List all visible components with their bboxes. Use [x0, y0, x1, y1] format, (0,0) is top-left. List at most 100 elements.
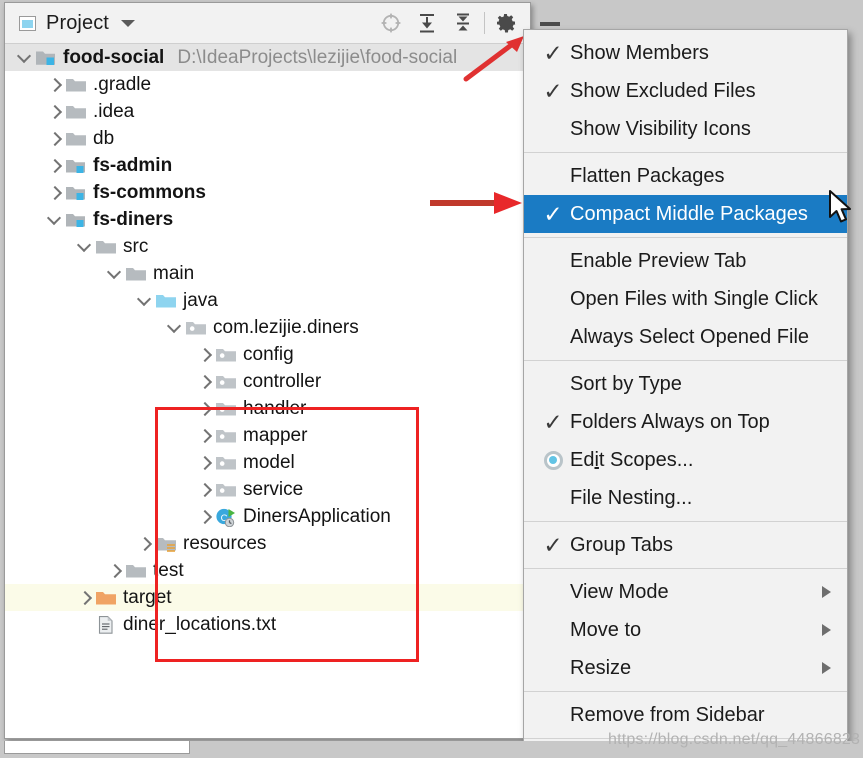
chevron-right-icon[interactable]: [195, 341, 215, 368]
tree-row[interactable]: .idea: [5, 98, 530, 125]
minimize-icon: [540, 22, 560, 26]
menu-item-label: Group Tabs: [570, 534, 847, 557]
menu-item[interactable]: Show Visibility Icons: [524, 110, 847, 148]
source-root-icon: [155, 291, 181, 311]
module-icon: [65, 210, 91, 230]
select-opened-file-icon[interactable]: [373, 7, 409, 39]
menu-item-label: Show Excluded Files: [570, 80, 847, 103]
chevron-down-icon[interactable]: [45, 206, 65, 233]
chevron-right-icon[interactable]: [45, 71, 65, 98]
check-icon: ✓: [536, 534, 570, 557]
chevron-down-icon[interactable]: [135, 287, 155, 314]
project-tree[interactable]: food-social D:\IdeaProjects\lezijie\food…: [5, 44, 530, 739]
folder-grey-icon: [65, 75, 91, 95]
expand-all-icon[interactable]: [409, 7, 445, 39]
folder-grey-icon: [95, 237, 121, 257]
tree-row-label: test: [153, 560, 184, 582]
tree-row[interactable]: java: [5, 287, 530, 314]
menu-item[interactable]: Edit Scopes...: [524, 441, 847, 479]
tree-root-path: D:\IdeaProjects\lezijie\food-social: [177, 47, 457, 69]
chevron-right-icon[interactable]: [45, 98, 65, 125]
tree-row[interactable]: CDinersApplication: [5, 503, 530, 530]
chevron-right-icon[interactable]: [135, 530, 155, 557]
menu-item-label: Remove from Sidebar: [570, 704, 847, 727]
tree-row[interactable]: controller: [5, 368, 530, 395]
package-icon: [185, 318, 211, 338]
chevron-down-icon[interactable]: [15, 44, 35, 71]
tree-row[interactable]: fs-admin: [5, 152, 530, 179]
tree-rows-container: .gradle.ideadbfs-adminfs-commonsfs-diner…: [5, 71, 530, 638]
check-icon: ✓: [536, 203, 570, 226]
package-icon: [215, 345, 241, 365]
chevron-right-icon[interactable]: [45, 152, 65, 179]
tree-row-label: handler: [243, 398, 306, 420]
chevron-right-icon[interactable]: [75, 584, 95, 611]
tool-window-options-menu[interactable]: ✓Show Members✓Show Excluded FilesShow Vi…: [523, 29, 848, 758]
chevron-right-icon[interactable]: [195, 449, 215, 476]
menu-item[interactable]: ✓Compact Middle Packages: [524, 195, 847, 233]
tree-row-root[interactable]: food-social D:\IdeaProjects\lezijie\food…: [5, 44, 530, 71]
menu-item[interactable]: ✓Show Members: [524, 34, 847, 72]
tree-row[interactable]: db: [5, 125, 530, 152]
menu-item[interactable]: Enable Preview Tab: [524, 242, 847, 280]
menu-item-label: Sort by Type: [570, 373, 847, 396]
folder-grey-icon: [125, 264, 151, 284]
tree-row[interactable]: config: [5, 341, 530, 368]
chevron-right-icon[interactable]: [45, 179, 65, 206]
module-icon: [35, 48, 61, 68]
submenu-arrow-icon: [822, 662, 831, 674]
chevron-down-icon[interactable]: [121, 20, 135, 27]
chevron-down-icon[interactable]: [165, 314, 185, 341]
chevron-right-icon[interactable]: [45, 125, 65, 152]
chevron-down-icon[interactable]: [75, 233, 95, 260]
tree-row[interactable]: com.lezijie.diners: [5, 314, 530, 341]
menu-item[interactable]: File Nesting...: [524, 479, 847, 517]
menu-item[interactable]: Flatten Packages: [524, 157, 847, 195]
chevron-right-icon[interactable]: [195, 476, 215, 503]
collapse-all-icon[interactable]: [445, 7, 481, 39]
tree-row[interactable]: .gradle: [5, 71, 530, 98]
menu-separator: [524, 691, 847, 692]
menu-item[interactable]: ✓Folders Always on Top: [524, 403, 847, 441]
tree-row[interactable]: mapper: [5, 422, 530, 449]
tree-row[interactable]: main: [5, 260, 530, 287]
menu-item[interactable]: Open Files with Single Click: [524, 280, 847, 318]
menu-item[interactable]: Always Select Opened File: [524, 318, 847, 356]
tree-row[interactable]: target: [5, 584, 530, 611]
tree-row[interactable]: fs-diners: [5, 206, 530, 233]
tree-row[interactable]: src: [5, 233, 530, 260]
menu-separator: [524, 521, 847, 522]
menu-separator: [524, 360, 847, 361]
menu-item-label: Show Visibility Icons: [570, 118, 847, 141]
chevron-down-icon[interactable]: [105, 260, 125, 287]
package-icon: [215, 453, 241, 473]
tool-window-header: Project: [5, 3, 530, 44]
menu-item[interactable]: Sort by Type: [524, 365, 847, 403]
menu-item[interactable]: Remove from Sidebar: [524, 696, 847, 734]
check-icon: ✓: [536, 80, 570, 103]
menu-item[interactable]: Resize: [524, 649, 847, 687]
menu-item[interactable]: Move to: [524, 611, 847, 649]
tree-row[interactable]: test: [5, 557, 530, 584]
project-tool-window: Project: [4, 2, 531, 739]
menu-item-label: Edit Scopes...: [570, 449, 847, 472]
tree-row[interactable]: model: [5, 449, 530, 476]
chevron-right-icon[interactable]: [105, 557, 125, 584]
tree-row[interactable]: service: [5, 476, 530, 503]
chevron-right-icon[interactable]: [195, 422, 215, 449]
tree-row[interactable]: fs-commons: [5, 179, 530, 206]
chevron-right-icon[interactable]: [195, 368, 215, 395]
menu-item[interactable]: ✓Group Tabs: [524, 526, 847, 564]
tree-row[interactable]: diner_locations.txt: [5, 611, 530, 638]
menu-item[interactable]: ✓Show Excluded Files: [524, 72, 847, 110]
chevron-right-icon[interactable]: [195, 503, 215, 530]
tree-row[interactable]: handler: [5, 395, 530, 422]
menu-item-label: Move to: [570, 619, 822, 642]
menu-item[interactable]: View Mode: [524, 573, 847, 611]
package-icon: [215, 399, 241, 419]
chevron-right-icon[interactable]: [195, 395, 215, 422]
tree-row-label: .gradle: [93, 74, 151, 96]
tree-row[interactable]: resources: [5, 530, 530, 557]
tree-row-label: com.lezijie.diners: [213, 317, 359, 339]
settings-gear-icon[interactable]: [488, 7, 524, 39]
